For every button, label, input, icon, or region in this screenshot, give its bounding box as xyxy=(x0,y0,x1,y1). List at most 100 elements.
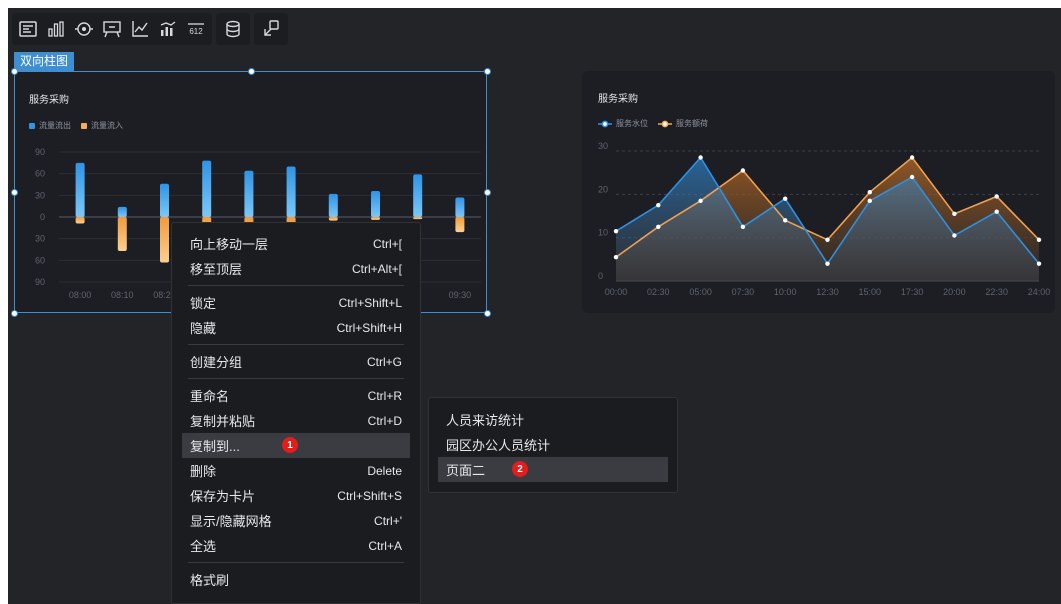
menu-separator xyxy=(188,344,404,345)
point-load xyxy=(698,198,703,204)
x-tick-label: 20:00 xyxy=(943,287,966,297)
bar-line-icon[interactable] xyxy=(158,19,178,39)
menu-item-create-group[interactable]: 创建分组 Ctrl+G xyxy=(182,349,410,374)
y-tick-label: 90 xyxy=(35,277,45,287)
menu-item-duplicate[interactable]: 复制并粘贴 Ctrl+D xyxy=(182,408,410,433)
menu-item-label: 删除 xyxy=(190,464,217,479)
point-water-level xyxy=(656,202,661,208)
bar-outflow xyxy=(371,191,380,217)
y-tick-label: 0 xyxy=(40,212,45,222)
bar-outflow xyxy=(413,174,423,217)
database-icon[interactable] xyxy=(223,19,243,39)
y-tick-label: 90 xyxy=(35,147,45,157)
comment-icon[interactable] xyxy=(102,19,122,39)
x-tick-label: 24:00 xyxy=(1028,287,1051,297)
menu-item-label: 移至顶层 xyxy=(190,262,243,277)
resize-handle-right[interactable] xyxy=(484,189,491,196)
menu-item-copy-to[interactable]: 复制到... 1 xyxy=(182,433,410,458)
menu-item-label: 显示/隐藏网格 xyxy=(190,514,272,529)
point-water-level xyxy=(909,174,915,180)
menu-item-hide[interactable]: 隐藏 Ctrl+Shift+H xyxy=(182,315,410,340)
point-water-level xyxy=(740,224,746,230)
submenu-item-page-two[interactable]: 页面二 2 xyxy=(438,457,668,482)
point-load xyxy=(783,218,788,223)
resize-handle-bottom-left[interactable] xyxy=(11,310,18,317)
component-toolbar: 612 xyxy=(12,12,288,46)
menu-item-shortcut: Ctrl+Alt+[ xyxy=(351,261,402,276)
step-badge-2: 2 xyxy=(512,461,528,477)
menu-item-shortcut: Ctrl+R xyxy=(367,388,402,403)
y-tick-label: 30 xyxy=(35,190,45,200)
x-tick-label: 12:30 xyxy=(816,287,839,297)
menu-item-format-painter[interactable]: 格式刷 xyxy=(182,567,410,592)
link-shape-icon[interactable] xyxy=(261,19,281,39)
y-tick-label: 30 xyxy=(35,234,45,244)
menu-item-delete[interactable]: 删除 Delete xyxy=(182,458,410,483)
copy-to-submenu: 人员来访统计 园区办公人员统计 页面二 2 xyxy=(428,397,678,493)
menu-item-shortcut: Ctrl+A xyxy=(368,538,402,553)
point-load xyxy=(909,155,915,160)
point-water-level xyxy=(698,155,703,160)
bar-inflow xyxy=(455,217,465,233)
point-water-level xyxy=(783,196,788,201)
menu-item-label: 全选 xyxy=(190,539,217,554)
menu-item-label: 创建分组 xyxy=(190,355,243,370)
point-water-level xyxy=(867,198,872,204)
submenu-item-label: 园区办公人员统计 xyxy=(446,438,551,453)
area-chart-card[interactable]: 服务采购 服务水位 服务额荷 30 20 10 0 00:00 02:30 05:00 07:… xyxy=(582,71,1055,313)
resize-handle-top-right[interactable] xyxy=(484,68,491,75)
x-tick-label: 08:00 xyxy=(69,290,92,300)
bar-outflow xyxy=(328,193,338,217)
resize-handle-left[interactable] xyxy=(11,189,18,196)
data-tools-group xyxy=(216,13,250,45)
menu-item-label: 向上移动一层 xyxy=(190,237,269,252)
menu-item-shortcut: Ctrl+' xyxy=(374,513,402,528)
bar-outflow xyxy=(244,170,254,217)
menu-item-shortcut: Ctrl+[ xyxy=(372,236,402,251)
point-water-level xyxy=(994,209,999,214)
x-tick-label: 00:00 xyxy=(605,287,628,297)
y-tick-label: 10 xyxy=(598,228,608,238)
x-tick-label: 10:00 xyxy=(774,287,797,297)
point-load xyxy=(1036,237,1042,243)
submenu-item-office-staff-stats[interactable]: 园区办公人员统计 xyxy=(438,432,668,457)
bar-outflow xyxy=(160,183,169,217)
menu-item-rename[interactable]: 重命名 Ctrl+R xyxy=(182,383,410,408)
number-icon[interactable]: 612 xyxy=(186,19,206,39)
point-load xyxy=(656,224,661,230)
target-icon[interactable] xyxy=(74,19,94,39)
menu-item-select-all[interactable]: 全选 Ctrl+A xyxy=(182,533,410,558)
menu-item-save-as-card[interactable]: 保存为卡片 Ctrl+Shift+S xyxy=(182,483,410,508)
resize-handle-top[interactable] xyxy=(248,68,255,75)
menu-item-lock[interactable]: 锁定 Ctrl+Shift+L xyxy=(182,290,410,315)
shape-tools-group xyxy=(254,13,288,45)
resize-handle-top-left[interactable] xyxy=(11,68,18,75)
bar-chart-icon[interactable] xyxy=(46,19,66,39)
menu-item-label: 格式刷 xyxy=(190,573,230,588)
menu-separator xyxy=(188,285,404,286)
submenu-item-visitor-stats[interactable]: 人员来访统计 xyxy=(438,407,668,432)
x-tick-label: 22:30 xyxy=(985,287,1008,297)
menu-item-shortcut: Ctrl+G xyxy=(366,354,402,369)
point-load xyxy=(952,211,957,217)
menu-item-label: 复制到... xyxy=(190,439,240,454)
text-box-icon[interactable] xyxy=(18,19,38,39)
y-tick-label: 60 xyxy=(35,255,45,265)
menu-item-move-to-top[interactable]: 移至顶层 Ctrl+Alt+[ xyxy=(182,256,410,281)
x-tick-label: 05:00 xyxy=(689,287,712,297)
bar-outflow xyxy=(202,160,212,217)
y-tick-label: 0 xyxy=(598,271,603,281)
menu-item-toggle-grid[interactable]: 显示/隐藏网格 Ctrl+' xyxy=(182,508,410,533)
menu-item-label: 重命名 xyxy=(190,389,230,404)
component-name-tag[interactable]: 双向柱图 xyxy=(14,52,75,71)
resize-handle-bottom-right[interactable] xyxy=(484,310,491,317)
context-menu: 向上移动一层 Ctrl+[ 移至顶层 Ctrl+Alt+[ 锁定 Ctrl+Shift… xyxy=(171,222,421,604)
bar-outflow xyxy=(286,166,296,217)
point-water-level xyxy=(613,228,619,234)
bar-outflow xyxy=(455,197,465,217)
menu-item-move-up-one-layer[interactable]: 向上移动一层 Ctrl+[ xyxy=(182,231,410,256)
point-load xyxy=(613,254,619,260)
axis-line-icon[interactable] xyxy=(130,19,150,39)
menu-item-label: 锁定 xyxy=(190,296,217,311)
editor-canvas: 612 双向柱图 服务采购 流量流出 流量流入 90 60 30 0 30 60… xyxy=(8,8,1061,604)
